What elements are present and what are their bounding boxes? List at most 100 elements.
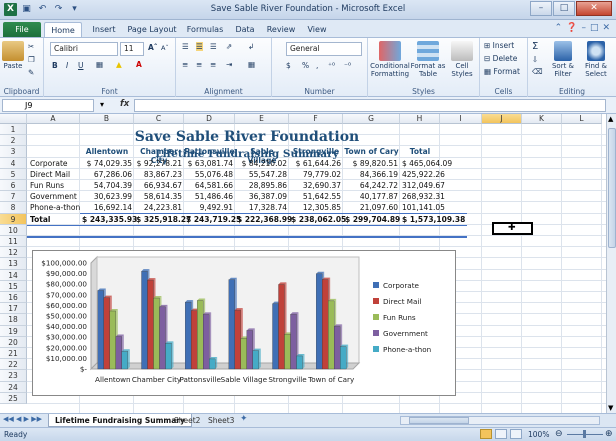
scroll-down-icon[interactable]: ▼ (608, 404, 613, 412)
maximize-button[interactable]: □ (553, 1, 575, 16)
table-cell[interactable]: 67,286.06 (82, 170, 132, 179)
row-header-18[interactable]: 18 (0, 314, 27, 326)
font-name-dropdown[interactable]: Calibri (50, 42, 118, 56)
column-header-j[interactable]: J (482, 114, 522, 124)
row-header-13[interactable]: 13 (0, 258, 27, 270)
underline-button[interactable]: U (78, 61, 84, 70)
align-left-icon[interactable]: ≡ (182, 60, 188, 69)
tab-data[interactable]: Data (230, 22, 260, 37)
italic-button[interactable]: I (66, 61, 68, 70)
minimize-ribbon-icon[interactable]: ⌃ (555, 23, 563, 33)
conditional-formatting-button[interactable]: Conditional Formatting (370, 41, 410, 78)
tab-page-layout[interactable]: Page Layout (124, 22, 180, 37)
table-cell[interactable]: 40,177.87 (345, 192, 398, 201)
fundraising-chart[interactable]: $- $10,000.00 $20,000.00 $30,000.00 $40,000.… (32, 250, 456, 396)
table-cell[interactable]: $ 63,081.74 (186, 159, 233, 168)
row-header-1[interactable]: 1 (0, 124, 27, 136)
font-color-icon[interactable]: A (136, 60, 142, 69)
shrink-font-icon[interactable]: Aˇ (161, 44, 169, 52)
bold-button[interactable]: B (52, 61, 58, 70)
table-cell[interactable]: 101,141.05 (402, 203, 445, 212)
row-header-25[interactable]: 25 (0, 392, 27, 404)
table-cell[interactable]: 36,387.09 (237, 192, 287, 201)
tab-file[interactable]: File (3, 22, 41, 37)
table-cell[interactable]: $ 243,335.93 (82, 215, 137, 224)
worksheet-grid[interactable]: ABCDEFGHIJKL 1 2 3 4 5 6 7 8 9 10 11 12 13 14 15 16 17 18… (0, 114, 606, 413)
table-cell[interactable]: $ 74,029.35 (82, 159, 132, 168)
row-header-3[interactable]: 3 (0, 146, 27, 158)
table-cell[interactable]: 51,642.55 (291, 192, 341, 201)
zoom-in-icon[interactable]: ⊕ (605, 429, 613, 439)
clear-icon[interactable]: ⌫ (532, 67, 543, 76)
select-all-corner[interactable] (0, 114, 27, 124)
table-cell[interactable]: $ 325,918.27 (136, 215, 191, 224)
insert-function-button[interactable]: fx (120, 99, 129, 109)
row-header-2[interactable]: 2 (0, 135, 27, 147)
row-header-21[interactable]: 21 (0, 348, 27, 360)
middle-align-icon[interactable]: ☰ (196, 42, 203, 51)
row-header-24[interactable]: 24 (0, 381, 27, 393)
tab-review[interactable]: Review (262, 22, 300, 37)
column-header-a[interactable]: A (27, 114, 80, 124)
table-cell[interactable]: 84,366.19 (345, 170, 398, 179)
page-break-view-icon[interactable] (510, 429, 522, 439)
autosum-button[interactable]: Σ (532, 41, 538, 52)
column-header-f[interactable]: F (289, 114, 343, 124)
bottom-align-icon[interactable]: ☰ (210, 42, 217, 51)
row-header-11[interactable]: 11 (0, 236, 27, 248)
vertical-scrollbar[interactable]: ▲ ▼ (606, 114, 616, 413)
name-box[interactable]: J9 (2, 99, 94, 112)
table-cell[interactable]: 51,486.46 (186, 192, 233, 201)
increase-decimal-icon[interactable]: ⁺⁰ (328, 61, 335, 70)
sheet-tab-sheet2[interactable]: Sheet2 (168, 414, 206, 427)
copy-icon[interactable]: ❐ (28, 55, 35, 64)
row-header-4[interactable]: 4 (0, 157, 27, 169)
table-cell[interactable]: 268,932.31 (402, 192, 445, 201)
column-header-k[interactable]: K (522, 114, 562, 124)
table-cell[interactable]: $ 89,820.51 (345, 159, 398, 168)
zoom-slider-thumb[interactable] (583, 430, 586, 438)
percent-button[interactable]: % (302, 61, 309, 70)
table-cell[interactable]: 55,076.48 (186, 170, 233, 179)
comma-button[interactable]: , (316, 61, 318, 70)
table-cell[interactable]: 66,934.67 (136, 181, 182, 190)
number-format-dropdown[interactable]: General (286, 42, 362, 56)
top-align-icon[interactable]: ☰ (182, 42, 189, 51)
align-right-icon[interactable]: ≡ (210, 60, 216, 69)
tab-home[interactable]: Home (44, 22, 82, 37)
workbook-close-icon[interactable]: ✕ (602, 23, 610, 33)
vertical-scroll-thumb[interactable] (608, 128, 616, 248)
row-header-9[interactable]: 9 (0, 213, 27, 225)
table-cell[interactable]: 21,097.60 (345, 203, 398, 212)
row-header-23[interactable]: 23 (0, 370, 27, 382)
tab-formulas[interactable]: Formulas (182, 22, 228, 37)
table-cell[interactable]: 312,049.67 (402, 181, 445, 190)
insert-cells-button[interactable]: ⊞ Insert (484, 41, 514, 50)
font-size-dropdown[interactable]: 11 (120, 42, 144, 56)
table-cell[interactable]: 64,581.66 (186, 181, 233, 190)
column-header-h[interactable]: H (400, 114, 440, 124)
zoom-level[interactable]: 100% (528, 430, 549, 439)
row-header-5[interactable]: 5 (0, 168, 27, 180)
table-cell[interactable]: 425,922.26 (402, 170, 445, 179)
sort-filter-button[interactable]: Sort & Filter (548, 41, 578, 78)
row-header-16[interactable]: 16 (0, 292, 27, 304)
cut-icon[interactable]: ✂ (28, 42, 34, 51)
table-cell[interactable]: 32,690.37 (291, 181, 341, 190)
indent-icon[interactable]: ⇥ (226, 60, 232, 69)
horizontal-scrollbar[interactable] (400, 416, 600, 425)
paste-button[interactable]: Paste (2, 41, 24, 70)
row-header-20[interactable]: 20 (0, 336, 27, 348)
table-cell[interactable]: $ 92,278.21 (136, 159, 182, 168)
table-cell[interactable]: 79,779.02 (291, 170, 341, 179)
delete-cells-button[interactable]: ⊟ Delete (484, 54, 517, 63)
table-cell[interactable]: $ 465,064.09 (402, 159, 452, 168)
tab-insert[interactable]: Insert (86, 22, 122, 37)
table-cell[interactable]: 16,692.14 (82, 203, 132, 212)
row-header-22[interactable]: 22 (0, 359, 27, 371)
normal-view-icon[interactable] (480, 429, 492, 439)
row-header-6[interactable]: 6 (0, 180, 27, 192)
column-header-g[interactable]: G (343, 114, 400, 124)
row-header-17[interactable]: 17 (0, 303, 27, 315)
table-cell[interactable]: $ 222,368.99 (237, 215, 292, 224)
